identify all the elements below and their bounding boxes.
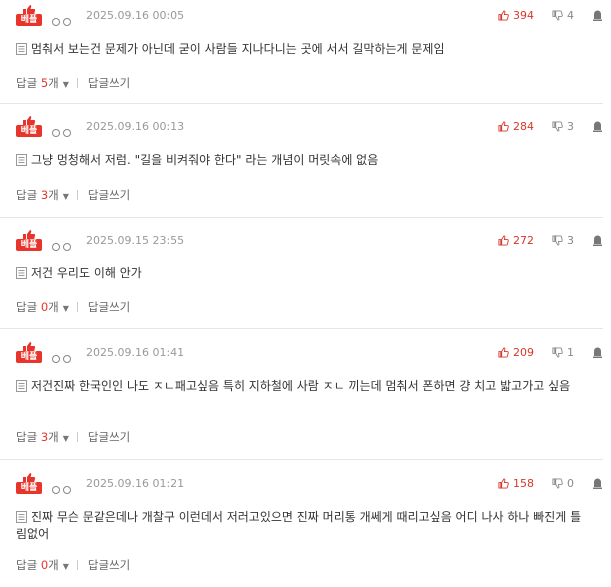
divider (76, 432, 78, 442)
report-icon[interactable] (592, 234, 603, 246)
best-label: 베플 (16, 239, 42, 251)
comment-item: 베플 2025.09.16 01:21 158 0 진짜 무슨 문같은데나 개찰… (0, 468, 603, 587)
thumb-down-icon (552, 235, 563, 246)
best-badge: 베플 (16, 5, 42, 26)
caret-down-icon: ▼ (62, 562, 69, 571)
thumb-down-icon (552, 347, 563, 358)
comment-date: 2025.09.15 23:55 (86, 234, 185, 247)
author-masked (52, 122, 74, 141)
comment-text: 진짜 무슨 문같은데나 개찰구 이런데서 저러고있으면 진짜 머리통 개쎄게 때… (16, 510, 582, 541)
comment-item: 베플 2025.09.16 00:13 284 3 그냥 멍청해서 저럼. "길… (0, 111, 603, 218)
comment-footer: 답글 0개 ▼ 답글쓰기 (16, 557, 130, 573)
divider (76, 302, 78, 312)
comment-footer: 답글 3개 ▼ 답글쓰기 (16, 187, 130, 203)
comment-item: 베플 2025.09.16 01:41 209 1 저건진짜 한국인인 나도 ㅈ… (0, 337, 603, 460)
comment-date: 2025.09.16 01:21 (86, 477, 185, 490)
author-masked (52, 348, 74, 367)
like-count: 394 (513, 9, 534, 22)
like-button[interactable]: 284 (498, 120, 534, 133)
dislike-count: 1 (567, 346, 574, 359)
thumb-up-icon (498, 347, 509, 358)
caret-down-icon: ▼ (62, 434, 69, 443)
comment-date: 2025.09.16 00:05 (86, 9, 185, 22)
comment-text: 멈춰서 보는건 문제가 아닌데 굳이 사람들 지나다니는 곳에 서서 길막하는게… (31, 42, 445, 56)
document-icon (16, 43, 27, 55)
author-masked (52, 236, 74, 255)
comment-footer: 답글 5개 ▼ 답글쓰기 (16, 75, 130, 91)
dislike-button[interactable]: 3 (552, 234, 574, 247)
comment-footer: 답글 0개 ▼ 답글쓰기 (16, 299, 130, 315)
thumb-up-icon (498, 235, 509, 246)
best-badge: 베플 (16, 473, 42, 494)
dislike-button[interactable]: 1 (552, 346, 574, 359)
thumb-up-icon (498, 10, 509, 21)
comment-text: 그냥 멍청해서 저럼. "길을 비켜줘야 한다" 라는 개념이 머릿속에 없음 (31, 153, 379, 167)
best-label: 베플 (16, 125, 42, 137)
dislike-button[interactable]: 4 (552, 9, 574, 22)
write-reply-link[interactable]: 답글쓰기 (88, 430, 130, 444)
reply-toggle[interactable]: 답글 5개 ▼ (16, 76, 69, 90)
dislike-button[interactable]: 0 (552, 477, 574, 490)
comment-text: 저건진짜 한국인인 나도 ㅈㄴ패고싶음 특히 지하철에 사람 ㅈㄴ 끼는데 멈춰… (31, 379, 571, 393)
dislike-count: 3 (567, 234, 574, 247)
divider (76, 190, 78, 200)
caret-down-icon: ▼ (62, 80, 69, 89)
author-masked (52, 479, 74, 498)
comment-date: 2025.09.16 00:13 (86, 120, 185, 133)
caret-down-icon: ▼ (62, 304, 69, 313)
reply-toggle[interactable]: 답글 0개 ▼ (16, 300, 69, 314)
report-icon[interactable] (592, 120, 603, 132)
reply-toggle[interactable]: 답글 0개 ▼ (16, 558, 69, 572)
author-masked (52, 11, 74, 30)
report-icon[interactable] (592, 346, 603, 358)
document-icon (16, 511, 27, 523)
best-badge: 베플 (16, 116, 42, 137)
thumb-down-icon (552, 121, 563, 132)
like-button[interactable]: 158 (498, 477, 534, 490)
like-count: 284 (513, 120, 534, 133)
dislike-count: 4 (567, 9, 574, 22)
comment-text: 저건 우리도 이해 안가 (31, 266, 142, 280)
thumb-up-icon (498, 478, 509, 489)
dislike-count: 0 (567, 477, 574, 490)
thumb-down-icon (552, 478, 563, 489)
best-badge: 베플 (16, 342, 42, 363)
divider (76, 560, 78, 570)
divider (76, 78, 78, 88)
like-button[interactable]: 394 (498, 9, 534, 22)
write-reply-link[interactable]: 답글쓰기 (88, 76, 130, 90)
caret-down-icon: ▼ (62, 192, 69, 201)
report-icon[interactable] (592, 477, 603, 489)
thumb-up-icon (498, 121, 509, 132)
dislike-count: 3 (567, 120, 574, 133)
comment-date: 2025.09.16 01:41 (86, 346, 185, 359)
thumb-down-icon (552, 10, 563, 21)
write-reply-link[interactable]: 답글쓰기 (88, 300, 130, 314)
comment-item: 베플 2025.09.15 23:55 272 3 저건 우리도 이해 안가 답… (0, 225, 603, 329)
reply-toggle[interactable]: 답글 3개 ▼ (16, 430, 69, 444)
best-label: 베플 (16, 351, 42, 363)
like-button[interactable]: 209 (498, 346, 534, 359)
like-button[interactable]: 272 (498, 234, 534, 247)
best-badge: 베플 (16, 230, 42, 251)
write-reply-link[interactable]: 답글쓰기 (88, 558, 130, 572)
write-reply-link[interactable]: 답글쓰기 (88, 188, 130, 202)
best-label: 베플 (16, 14, 42, 26)
document-icon (16, 267, 27, 279)
report-icon[interactable] (592, 9, 603, 21)
like-count: 158 (513, 477, 534, 490)
like-count: 272 (513, 234, 534, 247)
comment-footer: 답글 3개 ▼ 답글쓰기 (16, 429, 130, 445)
document-icon (16, 380, 27, 392)
best-label: 베플 (16, 482, 42, 494)
like-count: 209 (513, 346, 534, 359)
comment-item: 베플 2025.09.16 00:05 394 4 멈춰서 보는건 문제가 아닌… (0, 0, 603, 104)
reply-toggle[interactable]: 답글 3개 ▼ (16, 188, 69, 202)
dislike-button[interactable]: 3 (552, 120, 574, 133)
document-icon (16, 154, 27, 166)
